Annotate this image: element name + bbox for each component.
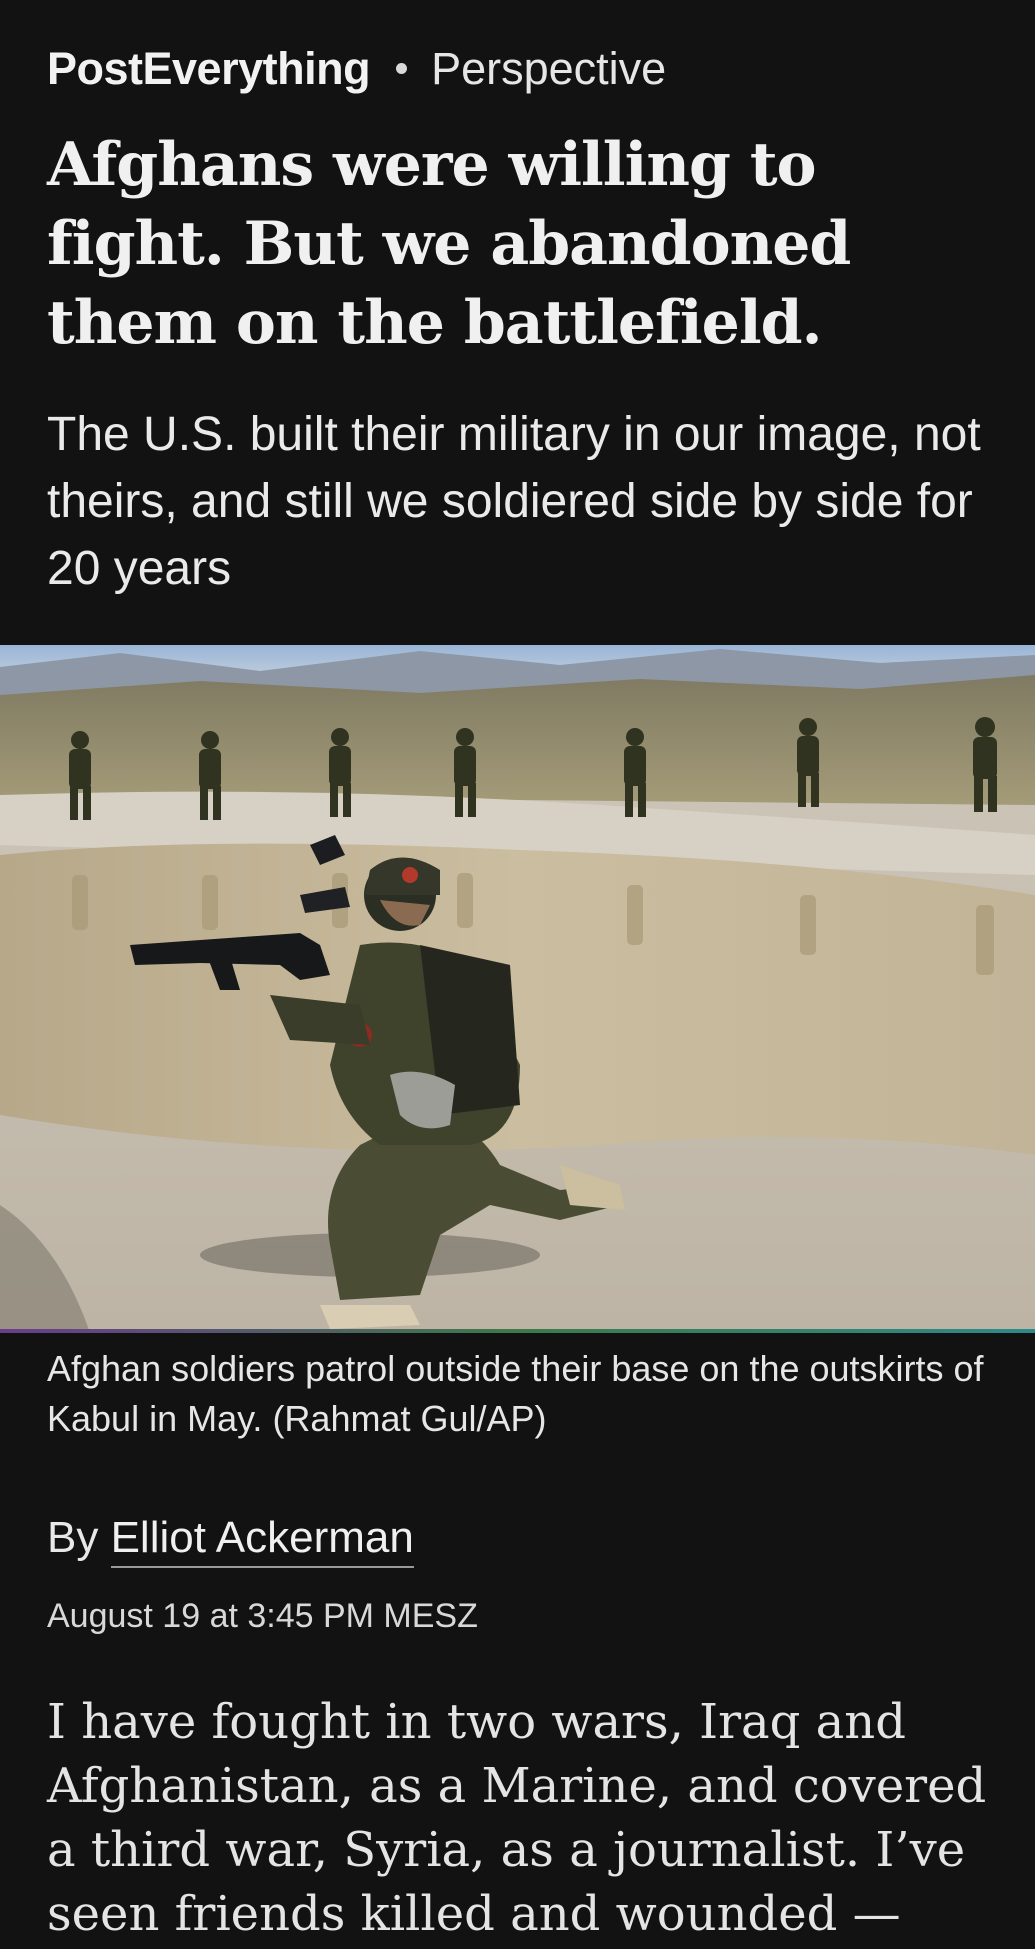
puddle bbox=[0, 843, 1035, 1155]
photo-caption: Afghan soldiers patrol outside their bas… bbox=[47, 1348, 984, 1439]
byline-prefix: By bbox=[47, 1513, 111, 1562]
article-kicker: PostEverything Perspective bbox=[47, 40, 666, 98]
author-link[interactable]: Elliot Ackerman bbox=[110, 1513, 414, 1568]
article-body: I have fought in two wars, Iraq and Afgh… bbox=[47, 1694, 987, 1942]
separator-dot-icon bbox=[396, 62, 408, 74]
scrub-hills bbox=[0, 675, 1035, 805]
subheadline: The U.S. built their military in our ima… bbox=[47, 408, 981, 595]
byline: By Elliot Ackerman bbox=[47, 1510, 414, 1568]
headline: Afghans were willing to fight. But we ab… bbox=[47, 130, 851, 358]
photo-divider bbox=[0, 1329, 1035, 1333]
article-label: Perspective bbox=[431, 43, 667, 94]
publish-timestamp: August 19 at 3:45 PM MESZ bbox=[47, 1597, 478, 1635]
section-link[interactable]: PostEverything bbox=[47, 43, 371, 94]
hero-photo[interactable] bbox=[0, 645, 1035, 1333]
